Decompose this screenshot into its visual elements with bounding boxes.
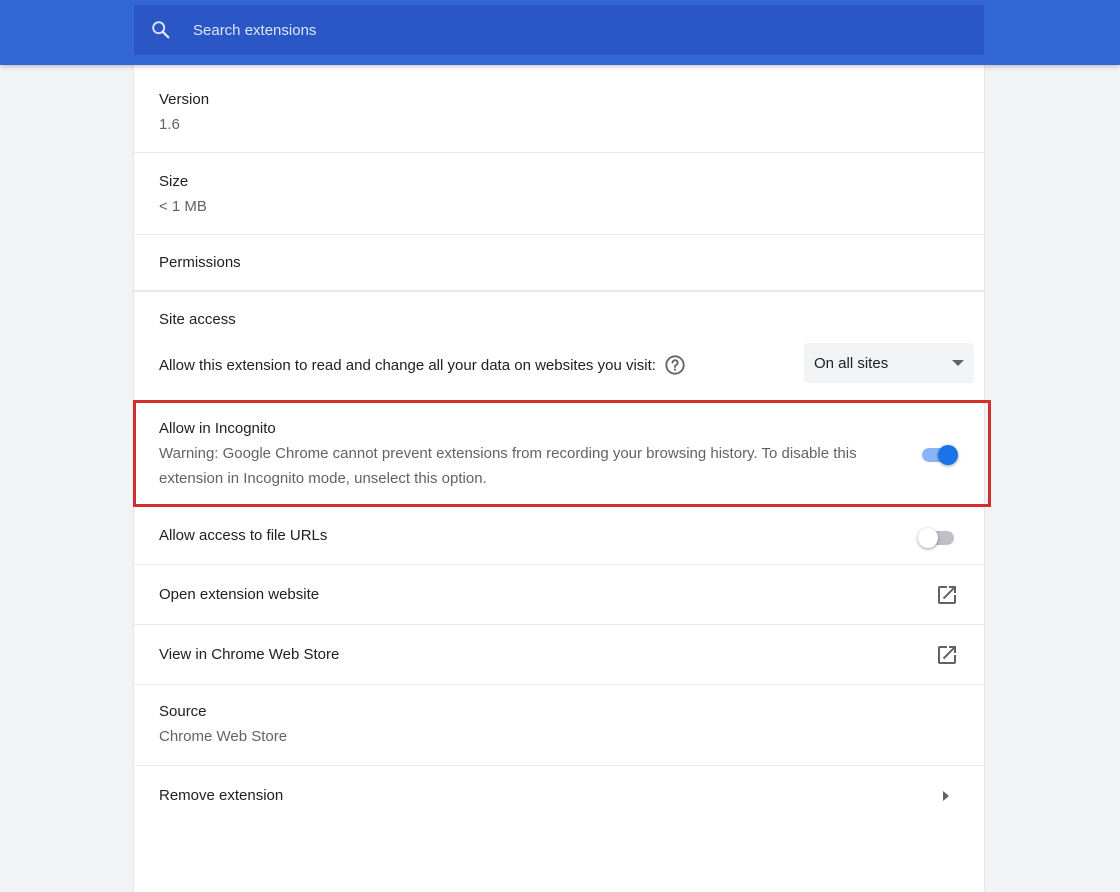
incognito-warning: Warning: Google Chrome cannot prevent ex… [159, 445, 857, 487]
open-extension-website-row[interactable]: Open extension website [134, 565, 984, 625]
view-in-web-store-row[interactable]: View in Chrome Web Store [134, 625, 984, 685]
dropdown-caret-icon [952, 360, 964, 366]
arrow-right-icon[interactable] [941, 790, 951, 802]
permissions-row: Permissions [134, 235, 984, 291]
top-toolbar [0, 0, 1120, 65]
size-label: Size [159, 173, 189, 190]
site-access-row: Site access Allow this extension to read… [134, 291, 984, 401]
source-row: Source Chrome Web Store [134, 685, 984, 766]
view-in-web-store-label: View in Chrome Web Store [159, 646, 340, 663]
version-value: 1.6 [159, 116, 180, 133]
incognito-row: Allow in Incognito Warning: Google Chrom… [134, 403, 984, 507]
site-access-select[interactable]: On all sites [804, 343, 974, 383]
site-access-label: Site access [159, 311, 236, 328]
open-in-new-icon[interactable] [935, 583, 959, 607]
incognito-toggle-knob [938, 445, 958, 465]
file-urls-row: Allow access to file URLs [134, 507, 984, 565]
file-urls-toggle-knob [918, 528, 938, 548]
search-input[interactable] [191, 20, 895, 40]
open-extension-website-label: Open extension website [159, 586, 320, 603]
search-box[interactable] [134, 5, 984, 55]
version-label: Version [159, 91, 210, 108]
search-icon [152, 21, 170, 39]
incognito-toggle[interactable] [920, 443, 958, 465]
file-urls-toggle[interactable] [918, 526, 956, 548]
help-circle-icon[interactable] [664, 354, 686, 376]
remove-extension-row[interactable]: Remove extension [134, 766, 984, 826]
incognito-label: Allow in Incognito [159, 420, 276, 437]
file-urls-label: Allow access to file URLs [159, 527, 328, 544]
version-row: Version 1.6 [134, 65, 984, 153]
size-value: < 1 MB [159, 198, 207, 215]
source-label: Source [159, 703, 207, 720]
source-value: Chrome Web Store [159, 728, 288, 745]
size-row: Size < 1 MB [134, 153, 984, 235]
permissions-label: Permissions [159, 254, 241, 271]
open-in-new-icon[interactable] [935, 643, 959, 667]
site-access-description: Allow this extension to read and change … [159, 356, 656, 374]
extension-details-card: Version 1.6 Size < 1 MB Permissions Site… [134, 65, 984, 892]
site-access-selected-value: On all sites [814, 354, 889, 372]
remove-extension-label: Remove extension [159, 787, 284, 804]
